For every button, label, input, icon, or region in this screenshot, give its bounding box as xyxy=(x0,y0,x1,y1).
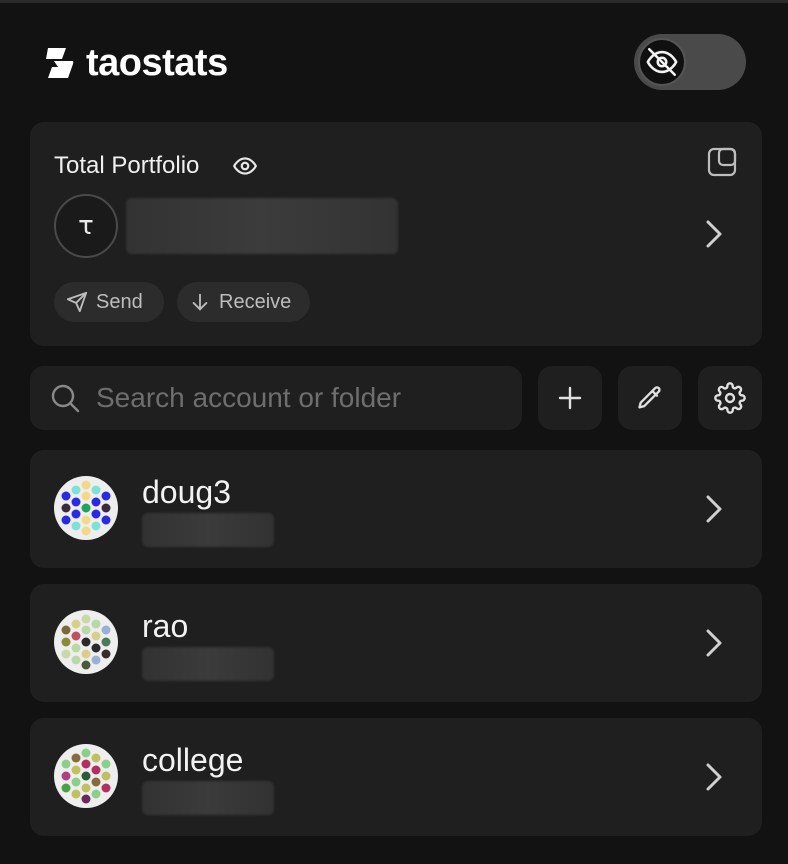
account-card-doug3[interactable]: doug3 xyxy=(30,450,762,568)
account-identicon xyxy=(54,610,118,674)
pencil-icon xyxy=(638,386,661,409)
chevron-right-icon[interactable] xyxy=(700,216,728,252)
top-divider xyxy=(0,0,788,3)
search-box xyxy=(30,366,522,430)
settings-button[interactable] xyxy=(698,366,762,430)
app-logo-text: taostats xyxy=(86,41,228,84)
send-button[interactable]: Send xyxy=(54,282,164,322)
account-identicon xyxy=(54,744,118,808)
arrow-down-icon xyxy=(192,293,208,311)
toggle-knob xyxy=(638,38,686,86)
search-input[interactable] xyxy=(96,382,496,414)
add-account-button[interactable] xyxy=(538,366,602,430)
gear-icon xyxy=(714,382,746,414)
portfolio-card: Total Portfolio τ Send Receive xyxy=(30,122,762,346)
receive-label: Receive xyxy=(219,290,292,313)
chevron-right-icon xyxy=(706,629,722,657)
account-name: doug3 xyxy=(142,474,231,510)
privacy-toggle[interactable] xyxy=(634,34,746,90)
chevron-right-icon xyxy=(706,763,722,791)
eye-off-icon xyxy=(646,47,678,77)
account-card-rao[interactable]: rao xyxy=(30,584,762,702)
account-card-college[interactable]: college xyxy=(30,718,762,836)
taostats-logo-icon xyxy=(46,48,74,78)
portfolio-balance-hidden xyxy=(126,198,398,254)
account-balance-hidden xyxy=(142,513,274,547)
edit-button[interactable] xyxy=(618,366,682,430)
portfolio-title: Total Portfolio xyxy=(54,152,200,179)
chevron-right-icon xyxy=(706,495,722,523)
search-icon xyxy=(51,384,80,413)
account-balance-hidden xyxy=(142,647,274,681)
receive-button[interactable]: Receive xyxy=(177,282,310,322)
account-balance-hidden xyxy=(142,781,274,815)
send-icon xyxy=(66,291,88,313)
send-label: Send xyxy=(96,290,143,313)
copy-icon[interactable] xyxy=(706,146,738,178)
tao-currency-avatar: τ xyxy=(54,194,118,258)
account-name: college xyxy=(142,742,244,778)
account-name: rao xyxy=(142,608,189,644)
account-identicon xyxy=(54,476,118,540)
eye-icon[interactable] xyxy=(232,153,258,179)
app-header: taostats xyxy=(46,40,228,86)
plus-icon xyxy=(558,386,582,410)
